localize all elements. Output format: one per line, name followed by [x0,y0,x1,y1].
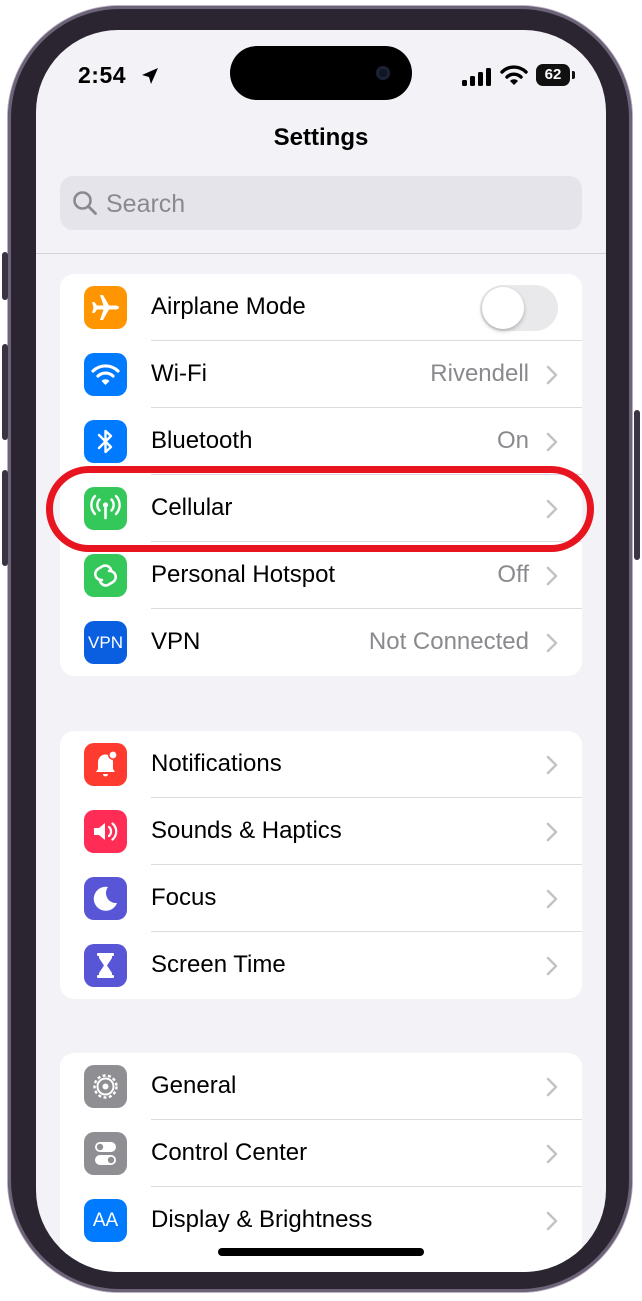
battery-indicator: 62 [536,64,570,86]
chevron-right-icon [546,633,558,658]
vpn-icon-text: VPN [88,633,123,652]
row-bluetooth[interactable]: Bluetooth On [60,408,582,475]
row-label-vpn: VPN [151,628,201,655]
row-vpn[interactable]: VPN VPN Not Connected [60,609,582,676]
chevron-right-icon [546,1077,558,1102]
hourglass-icon [84,944,127,987]
toggle-knob [482,287,524,329]
hotspot-link-icon [84,554,127,597]
bell-icon [84,743,127,786]
row-focus[interactable]: Focus [60,865,582,932]
chevron-right-icon [546,566,558,591]
row-screen-time[interactable]: Screen Time [60,932,582,999]
row-label-notifications: Notifications [151,750,282,777]
home-indicator[interactable] [218,1248,424,1256]
wifi-icon [84,353,127,396]
row-control-center[interactable]: Control Center [60,1120,582,1187]
search-placeholder: Search [106,190,186,218]
airplane-icon [84,286,127,329]
gear-icon [84,1065,127,1108]
status-bar: 2:54 62 [36,30,606,120]
settings-group-general: General Control Center AA Display & Brig… [60,1053,582,1272]
vpn-icon: VPN [84,621,127,664]
cellular-signal-icon [462,68,492,91]
power-button [634,410,640,560]
row-label-wifi: Wi-Fi [151,360,207,387]
row-label-screen-time: Screen Time [151,951,286,978]
header-divider [36,253,606,254]
speaker-icon [84,810,127,853]
page-title: Settings [273,124,369,151]
screen: 2:54 62 Settings Search Airplane Mode Wi… [36,30,606,1272]
chevron-right-icon [546,755,558,780]
toggles-icon [84,1132,127,1175]
wifi-status-icon [500,64,528,91]
cellular-highlight-annotation [46,466,594,552]
row-value-vpn: Not Connected [368,628,529,655]
battery-nub [572,71,575,79]
row-label-control-center: Control Center [151,1139,308,1166]
chevron-right-icon [546,822,558,847]
chevron-right-icon [546,1144,558,1169]
volume-down-button [2,470,8,566]
volume-up-button [2,344,8,440]
row-label-bluetooth: Bluetooth [151,427,253,454]
settings-group-notifications: Notifications Sounds & Haptics Focus Scr… [60,731,582,999]
chevron-right-icon [546,365,558,390]
row-label-general: General [151,1072,237,1099]
chevron-right-icon [546,1211,558,1236]
status-time: 2:54 [78,62,127,88]
search-input[interactable]: Search [60,176,582,230]
chevron-right-icon [546,432,558,457]
row-label-focus: Focus [151,884,217,911]
action-button [2,252,8,300]
moon-icon [84,877,127,920]
chevron-right-icon [546,956,558,981]
text-size-icon: AA [84,1199,127,1242]
chevron-right-icon [546,889,558,914]
location-arrow-icon [140,66,160,91]
row-label-sounds-haptics: Sounds & Haptics [151,817,342,844]
row-personal-hotspot[interactable]: Personal Hotspot Off [60,542,582,609]
row-label-display-brightness: Display & Brightness [151,1206,373,1233]
row-general[interactable]: General [60,1053,582,1120]
row-sounds-haptics[interactable]: Sounds & Haptics [60,798,582,865]
row-display-brightness[interactable]: AA Display & Brightness [60,1187,582,1254]
battery-level: 62 [544,66,562,83]
bluetooth-icon [84,420,127,463]
search-icon [72,190,98,221]
row-label-personal-hotspot: Personal Hotspot [151,561,336,588]
row-label-airplane-mode: Airplane Mode [151,293,306,320]
row-airplane-mode[interactable]: Airplane Mode [60,274,582,341]
row-wifi[interactable]: Wi-Fi Rivendell [60,341,582,408]
front-camera [376,66,390,80]
row-notifications[interactable]: Notifications [60,731,582,798]
row-value-bluetooth: On [496,427,529,454]
dynamic-island [230,46,412,100]
row-value-personal-hotspot: Off [497,561,529,588]
airplane-mode-toggle[interactable] [480,285,558,331]
text-size-icon-text: AA [92,1210,119,1231]
row-value-wifi: Rivendell [430,360,529,387]
